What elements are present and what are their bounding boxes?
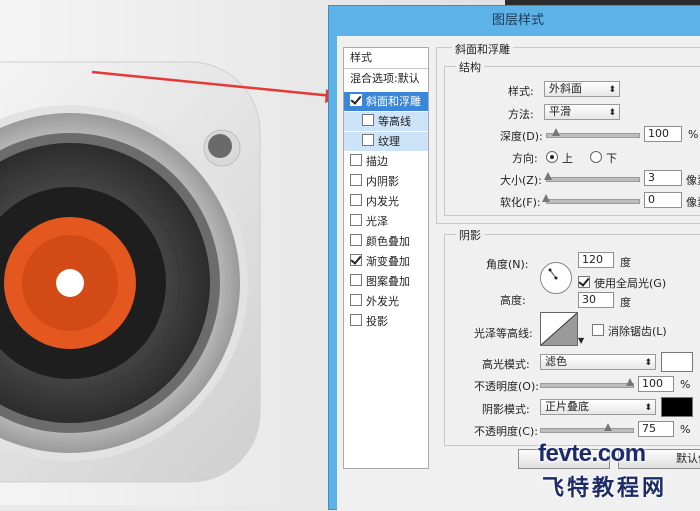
style-item-stroke[interactable]: 描边 xyxy=(344,152,428,171)
inner-shadow-checkbox[interactable] xyxy=(350,174,362,186)
soften-slider-thumb[interactable] xyxy=(542,194,550,202)
style-item-inner-shadow[interactable]: 内阴影 xyxy=(344,172,428,191)
contour-preview-icon xyxy=(541,313,577,345)
style-item-pattern-overlay[interactable]: 图案叠加 xyxy=(344,272,428,291)
altitude-unit: 度 xyxy=(620,296,631,309)
styles-list-panel: 样式 混合选项:默认 斜面和浮雕 等高线 纹理 描边 内阴影 内发光 光泽 颜色… xyxy=(343,47,429,469)
altitude-input[interactable]: 30 xyxy=(578,292,614,308)
shadow-opacity-unit: % xyxy=(680,423,691,436)
pointer-arrow-icon xyxy=(91,70,340,103)
antialias-checkbox[interactable]: 消除锯齿(L) xyxy=(592,323,667,339)
size-input[interactable]: 3 xyxy=(644,170,682,186)
checkbox-checked-icon xyxy=(578,276,590,288)
size-label: 大小(Z): xyxy=(500,174,542,187)
angle-input[interactable]: 120 xyxy=(578,252,614,268)
satin-checkbox[interactable] xyxy=(350,214,362,226)
highlight-color-swatch[interactable] xyxy=(661,352,693,372)
style-item-outer-glow[interactable]: 外发光 xyxy=(344,292,428,311)
shadow-opacity-slider-thumb[interactable] xyxy=(604,423,612,431)
layer-style-dialog: 图层样式 样式 混合选项:默认 斜面和浮雕 等高线 纹理 描边 内阴影 内发光 … xyxy=(328,5,700,511)
global-light-checkbox[interactable]: 使用全局光(G) xyxy=(578,275,666,291)
gloss-contour-picker[interactable] xyxy=(540,312,578,346)
style-item-inner-glow[interactable]: 内发光 xyxy=(344,192,428,211)
style-label: 样式: xyxy=(508,85,534,98)
method-label: 方法: xyxy=(508,108,534,121)
size-slider-thumb[interactable] xyxy=(544,172,552,180)
shadow-opacity-slider-track[interactable] xyxy=(540,428,634,433)
bevel-section-title: 斜面和浮雕 xyxy=(452,41,513,57)
gradient-overlay-checkbox[interactable] xyxy=(350,254,362,266)
direction-label: 方向: xyxy=(512,152,538,165)
pattern-overlay-checkbox[interactable] xyxy=(350,274,362,286)
style-item-contour[interactable]: 等高线 xyxy=(344,112,428,131)
size-unit: 像素 xyxy=(686,174,700,187)
highlight-mode-dropdown[interactable]: 滤色 ⬍ xyxy=(540,354,656,370)
soften-input[interactable]: 0 xyxy=(644,192,682,208)
soften-slider-track[interactable] xyxy=(546,199,640,204)
texture-checkbox[interactable] xyxy=(362,134,374,146)
inner-glow-checkbox[interactable] xyxy=(350,194,362,206)
contour-checkbox[interactable] xyxy=(362,114,374,126)
gloss-contour-label: 光泽等高线: xyxy=(474,327,533,340)
dropdown-arrow-icon: ⬍ xyxy=(644,358,652,368)
depth-slider-thumb[interactable] xyxy=(552,128,560,136)
soften-label: 软化(F): xyxy=(500,196,541,209)
direction-down-radio[interactable]: 下 xyxy=(590,150,617,166)
soften-unit: 像素 xyxy=(686,196,700,209)
angle-label: 角度(N): xyxy=(486,258,529,271)
dropdown-arrow-icon: ⬍ xyxy=(608,85,616,95)
style-item-bevel-emboss[interactable]: 斜面和浮雕 xyxy=(344,92,428,111)
checkbox-icon xyxy=(592,324,604,336)
highlight-opacity-unit: % xyxy=(680,378,691,391)
radio-selected-icon xyxy=(546,151,558,163)
shadow-opacity-input[interactable]: 75 xyxy=(638,421,674,437)
bevel-emboss-checkbox[interactable] xyxy=(350,94,362,106)
blend-options-item[interactable]: 混合选项:默认 xyxy=(344,69,428,88)
angle-dial-icon xyxy=(548,268,558,280)
radio-icon xyxy=(590,151,602,163)
direction-up-radio[interactable]: 上 xyxy=(546,150,573,166)
highlight-opacity-label: 不透明度(O): xyxy=(474,380,539,393)
shadow-mode-dropdown[interactable]: 正片叠底 ⬍ xyxy=(540,399,656,415)
depth-label: 深度(D): xyxy=(500,130,543,143)
shadow-color-swatch[interactable] xyxy=(661,397,693,417)
shadow-mode-label: 阴影模式: xyxy=(482,403,530,416)
structure-title: 结构 xyxy=(456,59,484,75)
style-item-satin[interactable]: 光泽 xyxy=(344,212,428,231)
contour-dropdown-arrow-icon[interactable]: ▼ xyxy=(578,336,584,345)
angle-unit: 度 xyxy=(620,256,631,269)
drop-shadow-checkbox[interactable] xyxy=(350,314,362,326)
style-item-color-overlay[interactable]: 颜色叠加 xyxy=(344,232,428,251)
highlight-opacity-input[interactable]: 100 xyxy=(638,376,674,392)
outer-glow-checkbox[interactable] xyxy=(350,294,362,306)
size-slider-track[interactable] xyxy=(546,177,640,182)
style-item-gradient-overlay[interactable]: 渐变叠加 xyxy=(344,252,428,271)
color-overlay-checkbox[interactable] xyxy=(350,234,362,246)
highlight-opacity-slider-track[interactable] xyxy=(540,383,634,388)
depth-unit: % xyxy=(688,128,699,141)
highlight-opacity-slider-thumb[interactable] xyxy=(626,378,634,386)
dropdown-arrow-icon: ⬍ xyxy=(644,403,652,413)
dialog-title: 图层样式 xyxy=(491,13,544,28)
technique-dropdown[interactable]: 平滑 ⬍ xyxy=(544,104,620,120)
stroke-checkbox[interactable] xyxy=(350,154,362,166)
style-item-drop-shadow[interactable]: 投影 xyxy=(344,312,428,331)
shadow-opacity-label: 不透明度(C): xyxy=(474,425,538,438)
style-item-texture[interactable]: 纹理 xyxy=(344,132,428,151)
bevel-style-dropdown[interactable]: 外斜面 ⬍ xyxy=(544,81,620,97)
dropdown-arrow-icon: ⬍ xyxy=(608,108,616,118)
watermark-domain: fevte.com xyxy=(538,440,646,467)
watermark-sitename: 飞特教程网 xyxy=(542,476,668,501)
altitude-label: 高度: xyxy=(500,294,526,307)
shading-section-title: 阴影 xyxy=(456,227,484,243)
angle-dial[interactable] xyxy=(540,262,572,294)
highlight-mode-label: 高光模式: xyxy=(482,358,530,371)
depth-slider-track[interactable] xyxy=(546,133,640,138)
depth-input[interactable]: 100 xyxy=(644,126,682,142)
styles-header[interactable]: 样式 xyxy=(344,48,428,69)
site-watermark: fevte.com 飞特教程网 xyxy=(538,440,700,502)
